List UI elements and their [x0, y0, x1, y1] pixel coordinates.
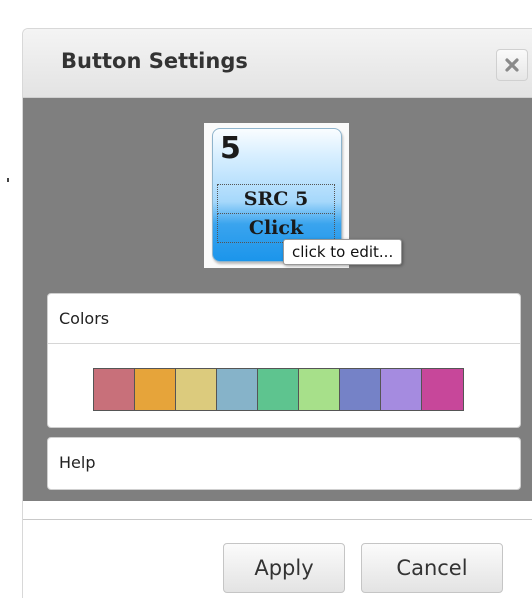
help-panel-header[interactable]: Help — [48, 438, 520, 487]
color-swatch-2[interactable] — [135, 369, 176, 410]
apply-button[interactable]: Apply — [223, 543, 345, 593]
colors-panel-header[interactable]: Colors — [48, 294, 520, 344]
color-swatch-6[interactable] — [299, 369, 340, 410]
dialog-title: Button Settings — [61, 49, 248, 73]
color-swatch-4[interactable] — [217, 369, 258, 410]
button-number[interactable]: 5 — [220, 131, 241, 166]
color-swatch-row — [93, 368, 464, 411]
dialog-titlebar[interactable]: Button Settings — [23, 29, 532, 98]
color-swatch-5[interactable] — [258, 369, 299, 410]
dialog-content: 5 SRC 5 Click click to edit... Colors He… — [23, 98, 532, 501]
edit-tooltip: click to edit... — [283, 239, 403, 265]
color-swatch-1[interactable] — [94, 369, 135, 410]
close-button[interactable] — [496, 49, 528, 81]
button-text-line-1[interactable]: SRC 5 — [217, 184, 335, 214]
left-edge-mark — [7, 178, 9, 182]
color-swatch-3[interactable] — [176, 369, 217, 410]
close-x-icon — [505, 58, 519, 72]
cancel-button[interactable]: Cancel — [361, 543, 503, 593]
button-settings-dialog: Button Settings 5 SRC 5 Click click to e… — [22, 28, 532, 598]
colors-panel: Colors — [47, 293, 521, 428]
color-swatch-9[interactable] — [422, 369, 463, 410]
help-panel: Help — [47, 437, 521, 490]
color-swatch-7[interactable] — [340, 369, 381, 410]
footer-divider — [23, 519, 532, 520]
color-swatch-8[interactable] — [381, 369, 422, 410]
